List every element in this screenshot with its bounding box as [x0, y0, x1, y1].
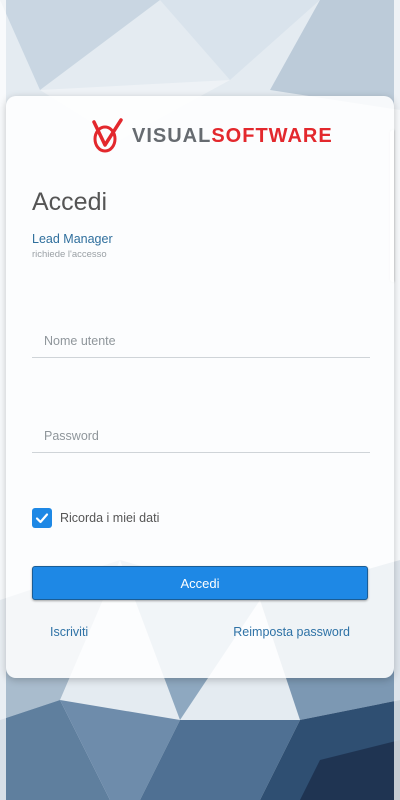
brand-word-software: SOFTWARE	[211, 125, 333, 147]
remember-me-checkbox[interactable]: Ricorda i miei dati	[32, 508, 159, 528]
username-input[interactable]	[32, 324, 370, 358]
brand-wordmark: VISUALSOFTWARE	[132, 118, 333, 154]
login-card: VISUALSOFTWARE Accedi Lead Manager richi…	[6, 96, 394, 678]
visual-software-logo-icon	[92, 118, 123, 153]
brand-word-visual: VISUAL	[132, 125, 212, 147]
brand-logo: VISUALSOFTWARE	[90, 118, 333, 154]
login-button[interactable]: Accedi	[32, 566, 368, 600]
password-input[interactable]	[32, 419, 370, 453]
remember-me-label: Ricorda i miei dati	[60, 511, 160, 525]
check-icon	[35, 513, 49, 524]
right-edge	[394, 0, 400, 800]
page-title: Accedi	[32, 188, 108, 216]
client-app-subtitle: richiede l'accesso	[32, 249, 107, 260]
checkbox-box[interactable]	[32, 508, 52, 528]
client-app-name: Lead Manager	[32, 232, 113, 246]
register-link[interactable]: Iscriviti	[50, 625, 88, 639]
reset-password-link[interactable]: Reimposta password	[233, 625, 350, 639]
